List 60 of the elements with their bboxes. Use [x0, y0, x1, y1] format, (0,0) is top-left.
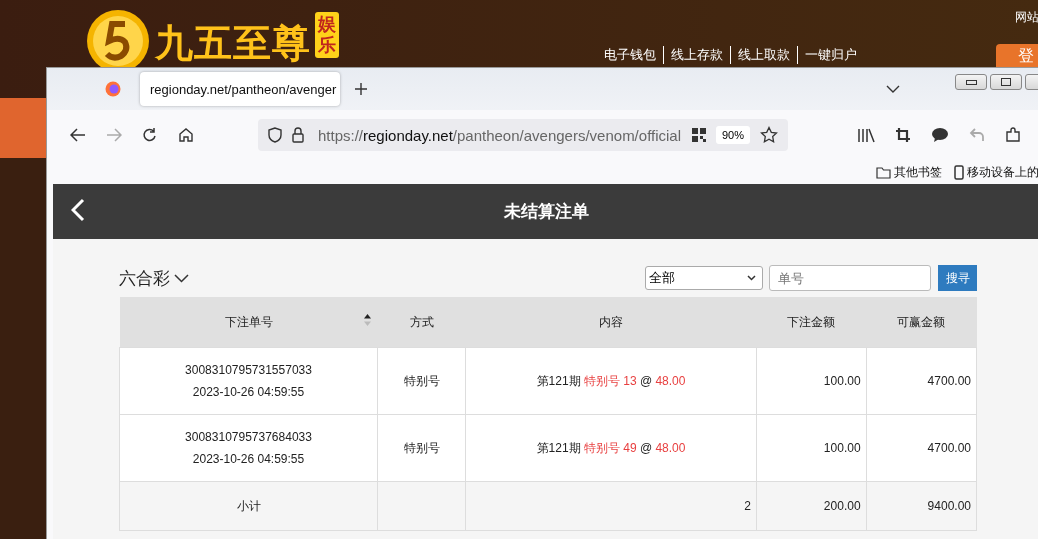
column-header: 内容 — [465, 297, 757, 348]
column-header[interactable]: 下注单号 — [119, 297, 378, 348]
nav-link[interactable]: 电子钱包 — [604, 46, 656, 64]
subtotal-amount: 200.00 — [823, 499, 861, 513]
puzzle-icon[interactable] — [1005, 127, 1021, 143]
header-text: 网站 — [1015, 9, 1038, 26]
shield-icon — [268, 127, 282, 143]
order-time: 2023-10-26 04:59:55 — [191, 452, 306, 466]
search-button[interactable]: 搜寻 — [938, 265, 977, 291]
win-amount: 4700.00 — [927, 374, 971, 388]
order-number: 3008310795731557033 — [184, 363, 313, 377]
order-time: 2023-10-26 04:59:55 — [191, 385, 306, 399]
subtotal-win: 9400.00 — [927, 499, 971, 513]
chevron-down-icon[interactable] — [886, 85, 900, 93]
column-header: 可赢金额 — [866, 297, 977, 348]
lottery-dropdown[interactable]: 六合彩 — [119, 266, 189, 290]
bet-amount: 100.00 — [823, 441, 861, 455]
bet-content: 第121期 特别号 49 @ 48.00 — [536, 440, 686, 455]
library-icon[interactable] — [857, 127, 875, 143]
win-amount: 4700.00 — [927, 441, 971, 455]
folder-icon — [876, 165, 891, 179]
home-icon[interactable] — [178, 127, 194, 143]
nav-link[interactable]: 一键归户 — [797, 46, 857, 64]
reload-icon[interactable] — [142, 127, 158, 143]
chat-bubble-icon[interactable] — [931, 127, 949, 143]
sort-icon[interactable] — [363, 314, 371, 326]
order-number-field[interactable]: 单号 — [769, 265, 931, 291]
bet-method: 特别号 — [403, 373, 440, 388]
phone-icon — [954, 164, 964, 180]
column-header: 下注金额 — [756, 297, 867, 348]
minimize-icon[interactable] — [955, 74, 987, 90]
star-icon[interactable] — [760, 126, 778, 144]
filter-select[interactable]: 全部 — [645, 266, 763, 290]
nav-link[interactable]: 线上取款 — [730, 46, 790, 64]
bookmark-item[interactable]: 其他书签 — [876, 163, 942, 181]
back-icon[interactable] — [70, 128, 86, 142]
bookmark-item[interactable]: 移动设备上的 — [954, 163, 1038, 181]
chevron-down-icon — [174, 273, 189, 283]
crop-icon[interactable] — [895, 127, 911, 143]
nav-link[interactable]: 线上存款 — [663, 46, 723, 64]
lock-icon — [292, 127, 304, 143]
subtotal-count: 2 — [744, 499, 751, 513]
chevron-down-icon — [747, 275, 756, 281]
zoom-level[interactable]: 90% — [715, 126, 750, 144]
address-bar[interactable]: https://regionday.net/pantheon/avengers/venom/official 90% — [258, 119, 788, 151]
browser-logo-icon — [105, 81, 121, 97]
order-number: 3008310795737684033 — [184, 430, 313, 444]
bet-content: 第121期 特别号 13 @ 48.00 — [536, 373, 686, 388]
browser-tab[interactable]: regionday.net/pantheon/avenger — [140, 72, 340, 106]
bet-method: 特别号 — [403, 440, 440, 455]
column-header: 方式 — [377, 297, 466, 348]
new-tab-icon[interactable] — [354, 82, 368, 96]
maximize-icon[interactable] — [990, 74, 1022, 90]
side-banner — [0, 98, 46, 158]
page-title: 未结算注单 — [503, 201, 589, 223]
bet-amount: 100.00 — [823, 374, 861, 388]
logo-text: 九五至尊 — [155, 21, 311, 66]
logo-badge: 娱乐 — [315, 12, 339, 58]
qr-code-icon[interactable] — [691, 128, 706, 142]
subtotal-label: 小计 — [236, 498, 261, 513]
